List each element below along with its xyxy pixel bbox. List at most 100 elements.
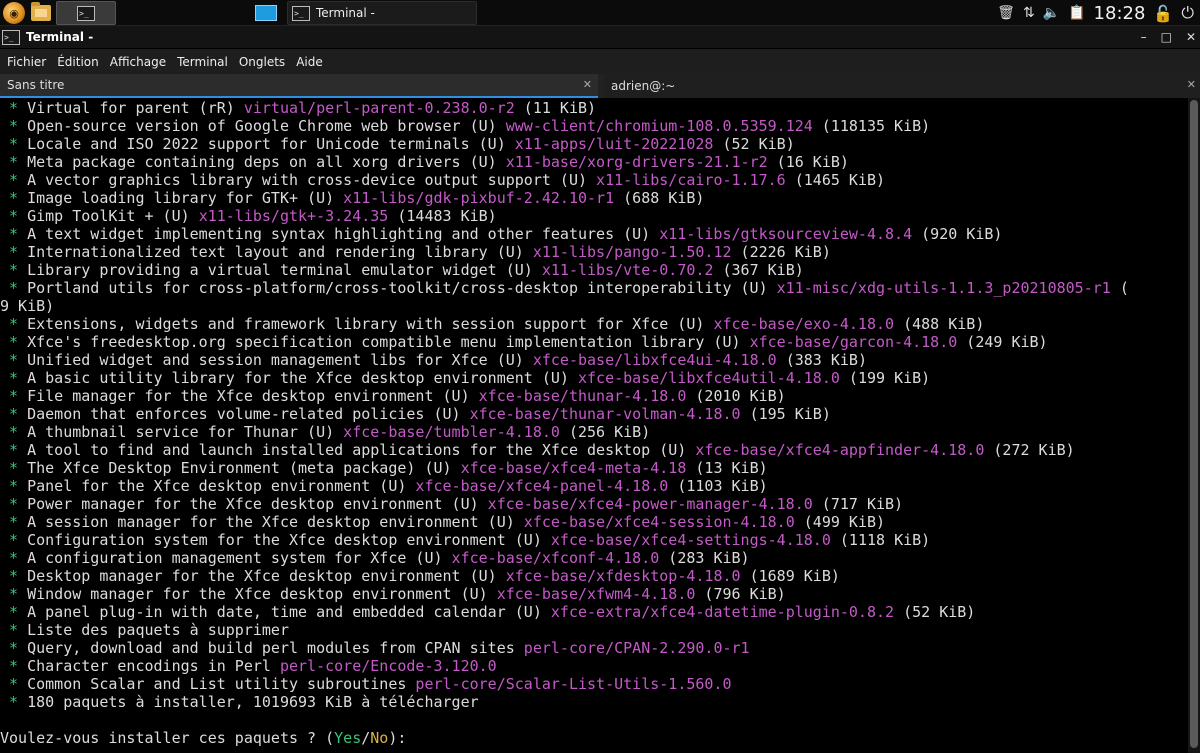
package-size: (796 KiB) (695, 585, 786, 603)
terminal-line: * A basic utility library for the Xfce d… (0, 369, 1188, 387)
terminal-line: * Library providing a virtual terminal e… (0, 261, 1188, 279)
bullet-star: * (0, 189, 28, 207)
window-title: Terminal - (26, 30, 94, 44)
bullet-star: * (0, 477, 28, 495)
bullet-star: * (0, 495, 28, 513)
line-text: Open-source version of Google Chrome web… (27, 117, 506, 135)
network-icon[interactable]: ⇅ (1023, 5, 1035, 21)
bullet-star: * (0, 333, 28, 351)
menubar: Fichier Édition Affichage Terminal Ongle… (0, 49, 1200, 74)
package-size: (488 KiB) (894, 315, 985, 333)
trash-icon[interactable]: 🗑 (997, 5, 1015, 21)
clipboard-icon[interactable]: 📋 (1068, 5, 1085, 21)
package-size: (16 KiB) (767, 153, 849, 171)
scrollbar-thumb[interactable] (1190, 100, 1198, 748)
menu-affichage[interactable]: Affichage (109, 55, 172, 69)
package-size: (383 KiB) (776, 351, 867, 369)
line-text: Power manager for the Xfce desktop envir… (27, 495, 488, 513)
package-atom: perl-core/Scalar-List-Utils-1.560.0 (415, 675, 732, 693)
desktop-icon (255, 5, 277, 21)
tab-label: Sans titre (7, 78, 65, 92)
package-size: (2226 KiB) (731, 243, 831, 261)
tab-adrien[interactable]: adrien@:~ ✕ (604, 74, 1200, 98)
clock[interactable]: 18:28 (1094, 3, 1146, 24)
package-size: (2010 KiB) (686, 387, 786, 405)
package-size: (499 KiB) (794, 513, 886, 531)
line-text: Desktop manager for the Xfce desktop env… (27, 567, 506, 585)
line-text: Configuration system for the Xfce deskto… (27, 531, 551, 549)
close-button[interactable]: ✕ (1186, 30, 1196, 44)
minimize-button[interactable]: – (1141, 30, 1147, 44)
package-atom: xfce-base/xfce4-panel-4.18.0 (415, 477, 669, 495)
line-text: 180 paquets à installer, 1019693 KiB à t… (27, 693, 479, 711)
terminal-line: * Xfce's freedesktop.org specification c… (0, 333, 1188, 351)
menu-terminal[interactable]: Terminal (176, 55, 234, 69)
workspace-switcher[interactable] (252, 1, 280, 25)
line-text: Daemon that enforces volume-related poli… (27, 405, 470, 423)
terminal-line: * Unified widget and session management … (0, 351, 1188, 369)
terminal-line: * A configuration management system for … (0, 549, 1188, 567)
package-atom: x11-libs/vte-0.70.2 (541, 261, 714, 279)
package-size: (1103 KiB) (668, 477, 768, 495)
package-atom: x11-libs/gdk-pixbuf-2.42.10-r1 (343, 189, 615, 207)
package-atom: xfce-base/libxfce4util-4.18.0 (577, 369, 840, 387)
package-atom: x11-libs/pango-1.50.12 (532, 243, 732, 261)
package-size: (688 KiB) (614, 189, 705, 207)
package-atom: xfce-base/libxfce4ui-4.18.0 (532, 351, 777, 369)
bullet-star: * (0, 585, 28, 603)
terminal-line: * Liste des paquets à supprimer (0, 621, 1188, 639)
bullet-star: * (0, 351, 28, 369)
exit-icon[interactable]: ⏻ (1181, 3, 1194, 23)
terminal-scrollbar[interactable] (1188, 98, 1200, 753)
terminal-line: * Portland utils for cross-platform/cros… (0, 279, 1188, 297)
terminal-output[interactable]: * Virtual for parent (rR) virtual/perl-p… (0, 98, 1188, 753)
prompt-end: ): (388, 729, 407, 747)
terminal-launcher[interactable]: >_ (56, 1, 116, 25)
bullet-star: * (0, 405, 28, 423)
package-atom: perl-core/Encode-3.120.0 (279, 657, 497, 675)
menu-edition[interactable]: Édition (56, 55, 105, 69)
terminal-line: * The Xfce Desktop Environment (meta pac… (0, 459, 1188, 477)
tab-close-icon[interactable]: ✕ (1187, 78, 1196, 91)
terminal-line: * File manager for the Xfce desktop envi… (0, 387, 1188, 405)
top-panel: ◉ >_ >_ Terminal - 🗑 ⇅ 🔈 📋 18:28 🔓 ⏻ (0, 0, 1200, 26)
menu-onglets[interactable]: Onglets (238, 55, 291, 69)
package-size: (199 KiB) (839, 369, 931, 387)
file-manager-launcher[interactable] (29, 1, 53, 25)
package-atom: xfce-base/xfwm4-4.18.0 (496, 585, 696, 603)
tab-sans-titre[interactable]: Sans titre ✕ (0, 74, 598, 98)
package-atom: xfce-base/xfce4-session-4.18.0 (523, 513, 795, 531)
tab-close-icon[interactable]: ✕ (583, 78, 592, 91)
package-size: (52 KiB) (713, 135, 795, 153)
menu-fichier[interactable]: Fichier (6, 55, 52, 69)
terminal-line: * Gimp ToolKit + (U) x11-libs/gtk+-3.24.… (0, 207, 1188, 225)
taskbar-item-terminal[interactable]: >_ Terminal - (287, 1, 477, 25)
terminal-line: * Common Scalar and List utility subrout… (0, 675, 1188, 693)
package-atom: xfce-extra/xfce4-datetime-plugin-0.8.2 (550, 603, 895, 621)
prompt-yes: Yes (334, 729, 362, 747)
system-tray: 🗑 ⇅ 🔈 📋 18:28 🔓 ⏻ (997, 1, 1194, 25)
terminal-icon: >_ (77, 5, 95, 21)
terminal-line: * 180 paquets à installer, 1019693 KiB à… (0, 693, 1188, 711)
package-size: (195 KiB) (740, 405, 831, 423)
package-atom: xfce-base/xfce4-power-manager-4.18.0 (487, 495, 813, 513)
bullet-star: * (0, 549, 28, 567)
volume-icon[interactable]: 🔈 (1043, 5, 1060, 21)
terminal-icon: >_ (2, 29, 20, 45)
bullet-star: * (0, 621, 28, 639)
applications-menu-button[interactable]: ◉ (2, 1, 26, 25)
maximize-button[interactable]: □ (1161, 30, 1172, 44)
bullet-star: * (0, 315, 28, 333)
menu-aide[interactable]: Aide (295, 55, 329, 69)
line-text: Portland utils for cross-platform/cross-… (27, 279, 777, 297)
taskbar-item-label: Terminal - (316, 6, 375, 20)
line-text: A panel plug-in with date, time and embe… (27, 603, 551, 621)
package-size: (717 KiB) (812, 495, 904, 513)
line-text: 9 KiB) (0, 297, 55, 315)
lock-icon[interactable]: 🔓 (1153, 4, 1173, 23)
bullet-star: * (0, 171, 28, 189)
terminal-line: * Extensions, widgets and framework libr… (0, 315, 1188, 333)
package-atom: xfce-base/xfce4-meta-4.18 (460, 459, 687, 477)
window-titlebar[interactable]: >_ Terminal - – □ ✕ (0, 26, 1200, 48)
terminal-line: * Character encodings in Perl perl-core/… (0, 657, 1188, 675)
